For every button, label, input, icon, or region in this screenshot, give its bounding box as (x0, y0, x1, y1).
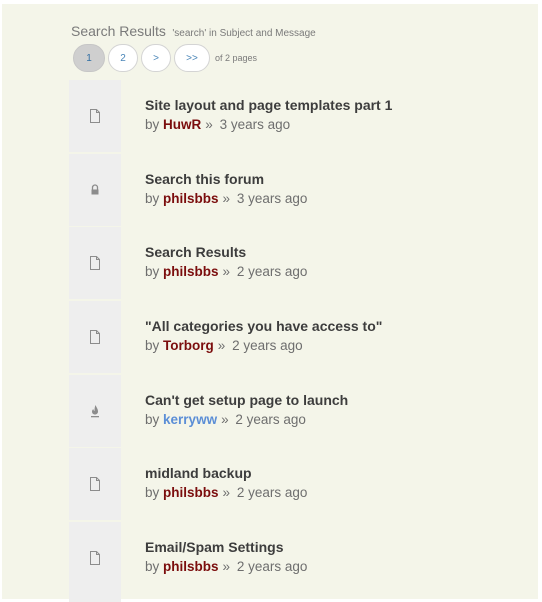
author-link[interactable]: Torborg (163, 338, 214, 353)
separator: » (217, 338, 226, 354)
topic-icon-cell (69, 374, 121, 447)
page-1-button[interactable]: 1 (73, 44, 105, 72)
post-time: 2 years ago (236, 264, 308, 280)
document-icon (90, 477, 100, 492)
list-item[interactable]: Site layout and page templates part 1 by… (69, 80, 538, 154)
list-item[interactable]: midland backup by philsbbs» 2 years ago (69, 448, 538, 522)
list-item[interactable]: Search this forum by philsbbs» 3 years a… (69, 153, 538, 228)
post-time: 2 years ago (236, 559, 308, 575)
separator: » (222, 190, 231, 206)
author-link[interactable]: philsbbs (163, 485, 219, 500)
by-label: by (145, 411, 160, 427)
separator: » (205, 117, 213, 132)
topic-meta: by philsbbs» 2 years ago (145, 485, 307, 500)
author-link[interactable]: HuwR (163, 117, 201, 132)
post-time: 3 years ago (236, 190, 308, 206)
by-label: by (145, 264, 160, 280)
page-title: Search Results (71, 23, 166, 39)
by-label: by (145, 559, 160, 575)
search-results-header: Search Results 'search' in Subject and M… (71, 23, 316, 41)
page-count-label: of 2 pages (215, 53, 258, 63)
fire-icon (91, 404, 99, 418)
search-query-description: 'search' in Subject and Message (172, 28, 316, 39)
page-2-button[interactable]: 2 (108, 44, 138, 72)
topic-title-link[interactable]: midland backup (145, 465, 252, 481)
next-page-button[interactable]: > (141, 44, 171, 72)
post-time: 2 years ago (232, 338, 303, 354)
post-time: 3 years ago (219, 117, 291, 132)
topic-meta: by kerryww » 2 years ago (145, 412, 306, 427)
list-item[interactable]: Can't get setup page to launch by kerryw… (69, 374, 538, 449)
lock-icon (91, 184, 99, 195)
author-link[interactable]: philsbbs (163, 559, 219, 574)
topic-title-link[interactable]: Can't get setup page to launch (145, 392, 348, 408)
separator: » (221, 411, 229, 427)
separator: » (222, 485, 231, 501)
topic-icon-cell (69, 227, 121, 300)
topic-meta: by philsbbs» 3 years ago (145, 191, 307, 206)
topic-icon-cell (69, 522, 121, 602)
separator: » (222, 264, 231, 280)
topic-icon-cell (69, 448, 121, 521)
topic-title-link[interactable]: Search Results (145, 244, 246, 260)
topic-meta: by Torborg» 2 years ago (145, 338, 303, 353)
topic-icon-cell (69, 153, 121, 226)
topic-meta: by philsbbs» 2 years ago (145, 264, 307, 279)
post-time: 2 years ago (236, 485, 308, 501)
list-item[interactable]: "All categories you have access to" by T… (69, 301, 538, 375)
author-link[interactable]: philsbbs (163, 264, 219, 279)
document-icon (90, 330, 100, 345)
topic-icon-cell (69, 80, 121, 152)
document-icon (90, 109, 100, 123)
document-icon (90, 256, 100, 271)
topic-meta: by philsbbs» 2 years ago (145, 559, 307, 574)
by-label: by (145, 190, 160, 206)
by-label: by (145, 117, 160, 132)
pagination: 1 2 > >> of 2 pages (73, 43, 257, 73)
by-label: by (145, 338, 160, 354)
list-item[interactable]: Email/Spam Settings by philsbbs» 2 years… (69, 522, 538, 602)
results-list: Site layout and page templates part 1 by… (69, 80, 538, 602)
topic-title-link[interactable]: "All categories you have access to" (145, 318, 382, 334)
document-icon (90, 551, 100, 566)
topic-title-link[interactable]: Site layout and page templates part 1 (145, 97, 392, 113)
last-page-button[interactable]: >> (174, 44, 210, 72)
author-link[interactable]: philsbbs (163, 191, 219, 206)
separator: » (222, 559, 231, 575)
topic-meta: by HuwR » 3 years ago (145, 117, 290, 132)
by-label: by (145, 485, 160, 501)
topic-title-link[interactable]: Email/Spam Settings (145, 539, 283, 555)
topic-title-link[interactable]: Search this forum (145, 171, 264, 187)
author-link[interactable]: kerryww (163, 412, 217, 427)
post-time: 2 years ago (235, 411, 306, 427)
topic-icon-cell (69, 301, 121, 374)
list-item[interactable]: Search Results by philsbbs» 2 years ago (69, 227, 538, 301)
